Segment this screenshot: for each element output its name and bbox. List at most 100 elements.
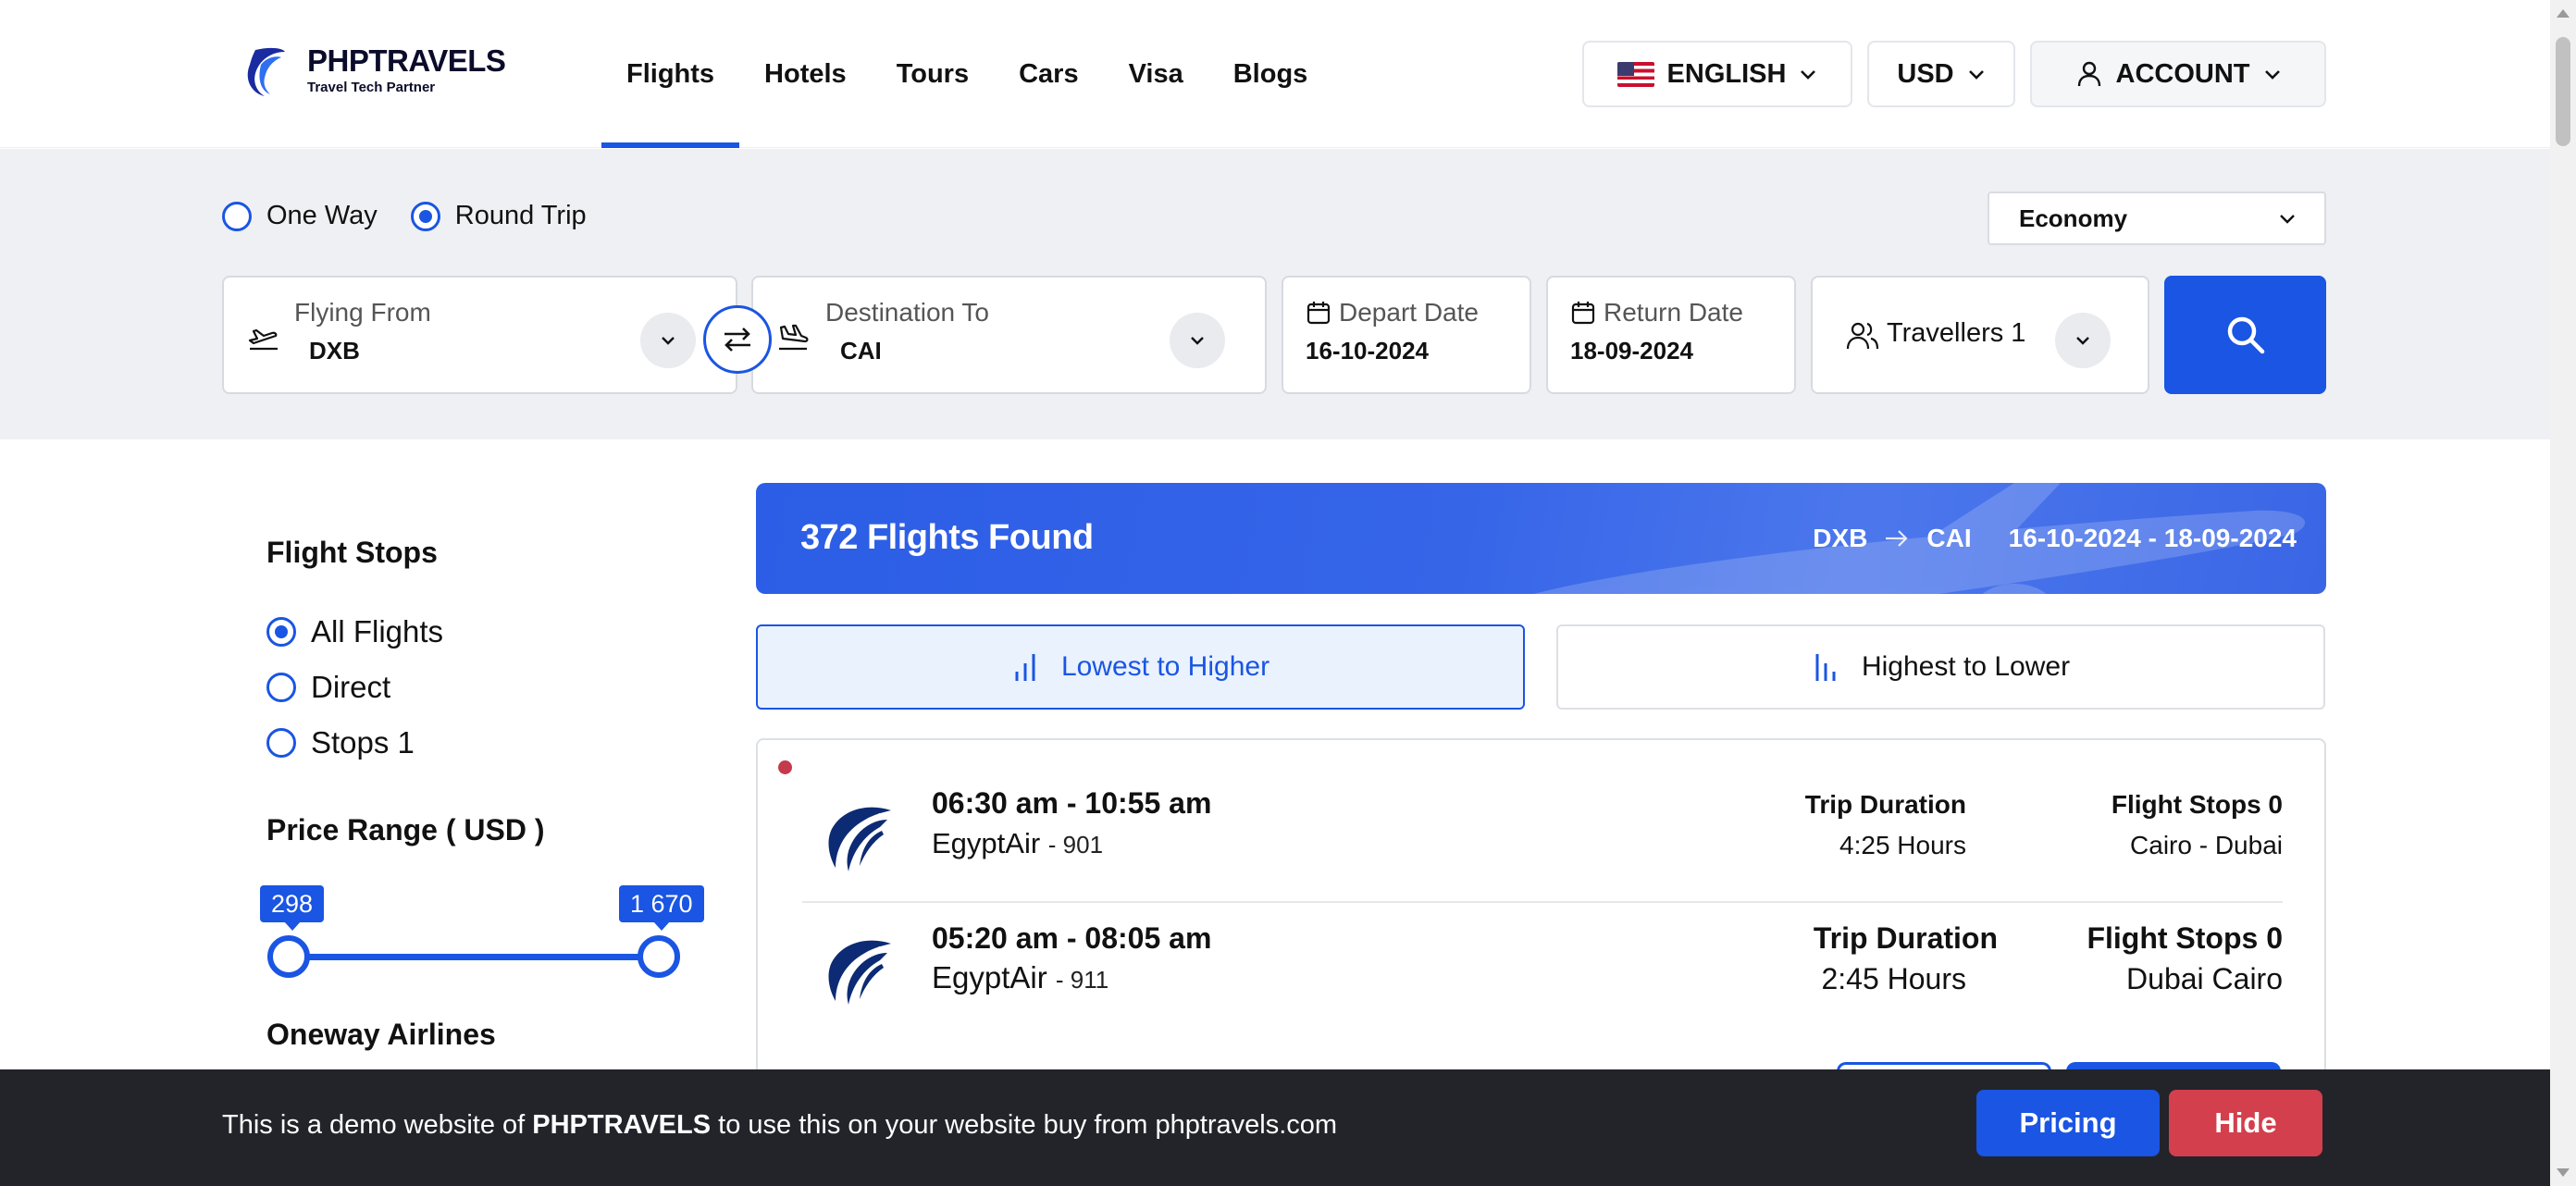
hide-button[interactable]: Hide — [2169, 1090, 2322, 1156]
brand-logo[interactable]: PHPTRAVELS Travel Tech Partner — [242, 44, 506, 100]
sort-lowest-button[interactable]: Lowest to Higher — [756, 624, 1525, 710]
flight-stops-title: Flight Stops — [266, 536, 438, 569]
chevron-down-icon — [2076, 337, 2089, 345]
scroll-down-arrow-icon[interactable] — [2557, 1168, 2570, 1177]
radio-circle-icon — [266, 728, 296, 758]
outbound-airline-name: EgyptAir — [932, 827, 1041, 859]
depart-date-label: Depart Date — [1339, 298, 1479, 327]
demo-text-brand: PHPTRAVELS — [532, 1110, 712, 1140]
bar-chart-ascending-icon — [1015, 654, 1035, 681]
pricing-button[interactable]: Pricing — [1976, 1090, 2160, 1156]
calendar-icon — [1571, 302, 1595, 325]
destination-to-value: CAI — [840, 337, 882, 364]
price-range-track[interactable] — [289, 954, 659, 960]
nav-visa[interactable]: Visa — [1104, 0, 1208, 148]
flying-from-dropdown[interactable] — [640, 313, 696, 368]
language-dropdown[interactable]: ENGLISH — [1582, 41, 1852, 107]
price-max-handle[interactable] — [638, 935, 680, 978]
return-date-field[interactable]: Return Date 18-09-2024 — [1546, 276, 1796, 394]
outbound-duration: 4:25 Hours — [1839, 831, 1966, 859]
radio-checked-icon — [266, 617, 296, 647]
demo-notice-bar: This is a demo website of PHPTRAVELS to … — [0, 1069, 2550, 1186]
scroll-up-arrow-icon[interactable] — [2557, 9, 2570, 18]
one-way-radio[interactable]: One Way — [222, 201, 378, 231]
price-min-handle[interactable] — [267, 935, 310, 978]
inbound-stops-label: Flight Stops 0 — [2087, 921, 2283, 955]
travellers-field[interactable]: Travellers 1 — [1811, 276, 2149, 394]
nav-flights[interactable]: Flights — [601, 0, 740, 148]
depart-date-field[interactable]: Depart Date 16-10-2024 — [1282, 276, 1531, 394]
results-route: DXB CAI 16-10-2024 - 18-09-2024 — [1813, 524, 2297, 553]
scrollbar-thumb[interactable] — [2556, 37, 2570, 146]
outbound-stops-label: Flight Stops 0 — [2111, 790, 2283, 819]
demo-text-suffix: to use this on your website buy from php… — [718, 1110, 1338, 1140]
route-to: CAI — [1926, 524, 1972, 552]
sort-highest-button[interactable]: Highest to Lower — [1556, 624, 2325, 710]
search-icon — [2227, 316, 2264, 354]
demo-notice-text: This is a demo website of PHPTRAVELS to … — [222, 1110, 1337, 1141]
outbound-flight-number: - 901 — [1047, 831, 1104, 859]
flying-from-field[interactable]: Flying From DXB — [222, 276, 737, 394]
price-max-tooltip: 1 670 — [619, 885, 704, 931]
search-flights-button[interactable] — [2164, 276, 2326, 394]
radio-circle-icon — [222, 201, 252, 231]
route-from: DXB — [1813, 524, 1868, 552]
bar-chart-descending-icon — [1815, 654, 1836, 681]
stops-direct-radio[interactable]: Direct — [266, 670, 390, 705]
currency-label: USD — [1897, 58, 1954, 89]
flying-from-value: DXB — [309, 337, 360, 364]
inbound-flight-number: - 911 — [1055, 966, 1109, 994]
depart-date-value: 16-10-2024 — [1306, 337, 1429, 364]
price-range-title: Price Range ( USD ) — [266, 813, 545, 846]
nav-cars[interactable]: Cars — [994, 0, 1104, 148]
price-min-tooltip: 298 — [260, 885, 325, 931]
flight-search-panel: One Way Round Trip Economy Flying From D… — [0, 149, 2550, 439]
outbound-route: Cairo - Dubai — [2130, 831, 2283, 859]
cabin-class-select[interactable]: Economy — [1988, 191, 2326, 245]
user-icon — [2077, 61, 2100, 87]
stops-direct-label: Direct — [311, 670, 391, 704]
brand-subtitle: Travel Tech Partner — [307, 80, 436, 95]
return-date-label: Return Date — [1604, 298, 1743, 327]
destination-to-dropdown[interactable] — [1170, 313, 1225, 368]
outbound-time: 06:30 am - 10:55 am — [932, 786, 1212, 820]
chevron-down-icon — [1191, 337, 1204, 345]
trip-type-group: One Way Round Trip — [222, 201, 587, 231]
stops-all-flights-label: All Flights — [311, 614, 444, 649]
language-label: ENGLISH — [1666, 58, 1787, 89]
page-scrollbar[interactable] — [2550, 0, 2576, 1186]
inbound-airline: EgyptAir - 911 — [932, 960, 1108, 995]
travellers-dropdown[interactable] — [2055, 313, 2111, 368]
stops-one-radio[interactable]: Stops 1 — [266, 725, 415, 760]
round-trip-radio[interactable]: Round Trip — [410, 201, 587, 231]
chevron-down-icon — [2280, 215, 2295, 224]
us-flag-icon — [1616, 61, 1654, 87]
oneway-airlines-title: Oneway Airlines — [266, 1018, 496, 1051]
destination-to-field[interactable]: Destination To CAI — [751, 276, 1267, 394]
outbound-flight-row: 06:30 am - 10:55 am EgyptAir - 901 Trip … — [802, 768, 2283, 903]
radio-checked-icon — [410, 201, 440, 231]
inbound-route: Dubai Cairo — [2126, 962, 2283, 995]
inbound-flight-row: 05:20 am - 08:05 am EgyptAir - 911 Trip … — [802, 903, 2283, 1038]
chevron-down-icon — [2264, 70, 2280, 80]
chevron-down-icon — [1968, 70, 1984, 80]
results-banner: 372 Flights Found DXB CAI 16-10-2024 - 1… — [756, 483, 2326, 594]
account-dropdown[interactable]: ACCOUNT — [2030, 41, 2326, 107]
cabin-class-value: Economy — [2019, 204, 2128, 232]
nav-blogs[interactable]: Blogs — [1208, 0, 1333, 148]
stops-one-label: Stops 1 — [311, 725, 415, 760]
currency-dropdown[interactable]: USD — [1867, 41, 2015, 107]
one-way-label: One Way — [266, 201, 378, 230]
nav-tours[interactable]: Tours — [872, 0, 994, 148]
sort-lowest-label: Lowest to Higher — [1060, 651, 1270, 682]
swap-airports-button[interactable] — [703, 305, 772, 374]
nav-hotels[interactable]: Hotels — [739, 0, 872, 148]
stops-all-flights-radio[interactable]: All Flights — [266, 614, 443, 649]
inbound-duration-label: Trip Duration — [1813, 921, 1998, 955]
site-header: PHPTRAVELS Travel Tech Partner Flights H… — [0, 0, 2550, 148]
logo-swoosh-icon — [247, 47, 285, 96]
demo-text-prefix: This is a demo website of — [222, 1110, 526, 1140]
inbound-duration: 2:45 Hours — [1821, 962, 1966, 995]
inbound-airline-name: EgyptAir — [932, 960, 1047, 995]
plane-takeoff-icon — [248, 328, 278, 351]
